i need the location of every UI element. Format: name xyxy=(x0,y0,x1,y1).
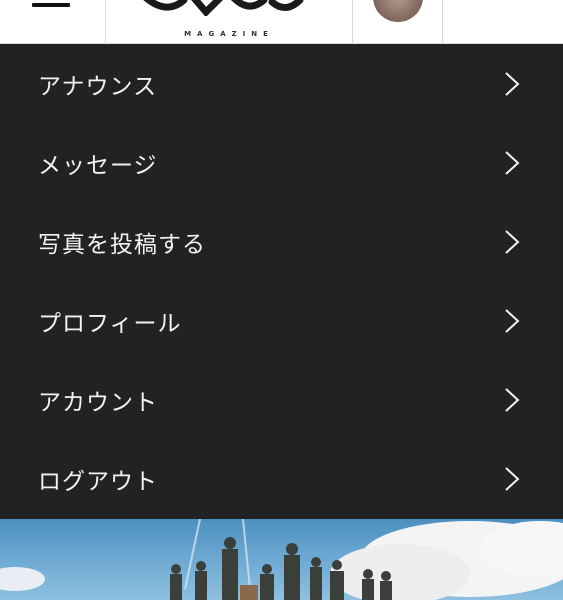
hamburger-menu-button[interactable] xyxy=(0,0,106,44)
chevron-right-icon xyxy=(505,71,520,96)
menu-item-label: ログアウト xyxy=(38,468,158,495)
chevron-right-icon xyxy=(505,150,520,175)
menu-item-messages[interactable]: メッセージ xyxy=(0,123,563,202)
chevron-right-icon xyxy=(505,387,520,412)
menu-item-label: アカウント xyxy=(38,389,158,416)
menu-item-account[interactable]: アカウント xyxy=(0,360,563,439)
header-action[interactable] xyxy=(443,0,563,44)
menu-item-announce[interactable]: アナウンス xyxy=(0,44,563,123)
site-logo[interactable]: MAGAZINE xyxy=(106,0,353,44)
user-avatar-button[interactable] xyxy=(353,0,443,44)
header-action-icon xyxy=(455,0,563,8)
menu-item-logout[interactable]: ログアウト xyxy=(0,439,563,518)
avatar xyxy=(373,0,423,22)
hero-photo[interactable] xyxy=(0,519,563,600)
logo-subtitle: MAGAZINE xyxy=(184,30,274,38)
top-header: MAGAZINE xyxy=(0,0,563,44)
menu-item-profile[interactable]: プロフィール xyxy=(0,281,563,360)
chevron-right-icon xyxy=(505,466,520,491)
chevron-right-icon xyxy=(505,308,520,333)
menu-item-post-photo[interactable]: 写真を投稿する xyxy=(0,202,563,281)
menu-item-label: プロフィール xyxy=(38,310,182,337)
menu-item-label: アナウンス xyxy=(38,73,158,100)
hero-photo-illustration xyxy=(0,519,563,600)
hamburger-icon xyxy=(32,3,70,7)
menu-item-label: メッセージ xyxy=(38,152,158,179)
chevron-right-icon xyxy=(505,229,520,254)
navigation-menu: アナウンス メッセージ 写真を投稿する プロフィール アカウント ログアウト xyxy=(0,44,563,519)
menu-item-label: 写真を投稿する xyxy=(38,231,206,258)
logo-icon xyxy=(143,0,304,16)
